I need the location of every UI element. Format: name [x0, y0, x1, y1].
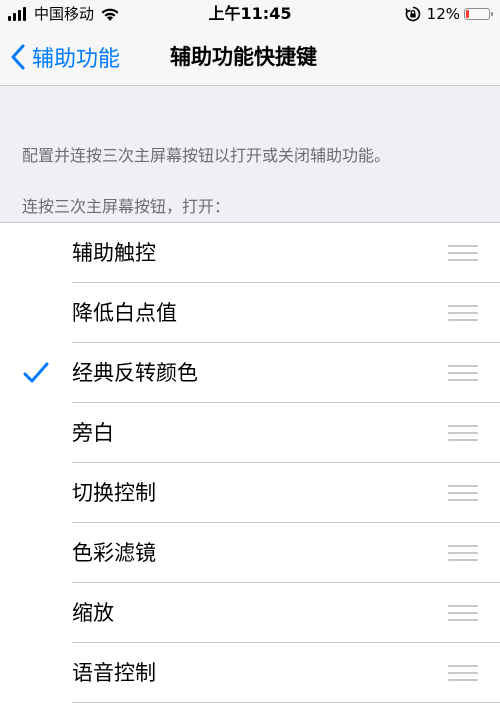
battery-percent: 12% [426, 5, 460, 23]
list-item[interactable]: 语音控制 [0, 643, 500, 703]
reorder-handle-icon[interactable] [448, 365, 478, 381]
list-item-label: 经典反转颜色 [72, 361, 198, 385]
reorder-handle-icon[interactable] [448, 665, 478, 681]
list-item-label: 色彩滤镜 [72, 541, 156, 565]
navigation-bar: 辅助功能 辅助功能快捷键 [0, 28, 500, 86]
reorder-handle-icon[interactable] [448, 245, 478, 261]
list-item[interactable]: 辅助触控 [0, 223, 500, 283]
list-item-label: 辅助触控 [72, 241, 156, 265]
shortcut-list: 辅助触控 降低白点值 经典反转颜色 旁白 切换控制 色彩滤镜 缩放 语音控制 [0, 222, 500, 711]
reorder-handle-icon[interactable] [448, 605, 478, 621]
list-item-label: 旁白 [72, 421, 114, 445]
reorder-handle-icon[interactable] [448, 545, 478, 561]
battery-icon [464, 8, 493, 20]
list-item-label: 语音控制 [72, 661, 156, 685]
list-item[interactable]: 缩放 [0, 583, 500, 643]
battery-level [466, 10, 469, 18]
list-item[interactable]: 经典反转颜色 [0, 343, 500, 403]
section-header: 连按三次主屏幕按钮，打开： [22, 197, 231, 216]
list-item[interactable]: 降低白点值 [0, 283, 500, 343]
checkmark-icon [23, 362, 49, 383]
back-button[interactable]: 辅助功能 [10, 28, 120, 86]
list-item[interactable]: 切换控制 [0, 463, 500, 523]
status-right: 12% [404, 0, 493, 28]
reorder-handle-icon[interactable] [448, 485, 478, 501]
back-button-label: 辅助功能 [32, 47, 121, 72]
page-title: 辅助功能快捷键 [170, 45, 317, 69]
description-text: 配置并连按三次主屏幕按钮以打开或关闭辅助功能。 [22, 146, 391, 165]
status-bar: 中国移动 上午11:45 12% [0, 0, 500, 28]
reorder-handle-icon[interactable] [448, 425, 478, 441]
list-item-label: 降低白点值 [72, 301, 177, 325]
chevron-left-icon [11, 44, 25, 70]
reorder-handle-icon[interactable] [448, 305, 478, 321]
list-item-label: 缩放 [72, 601, 114, 625]
rotation-lock-icon [404, 6, 420, 22]
list-item-label: 切换控制 [72, 481, 156, 505]
list-item[interactable]: 旁白 [0, 403, 500, 463]
list-item[interactable]: 色彩滤镜 [0, 523, 500, 583]
